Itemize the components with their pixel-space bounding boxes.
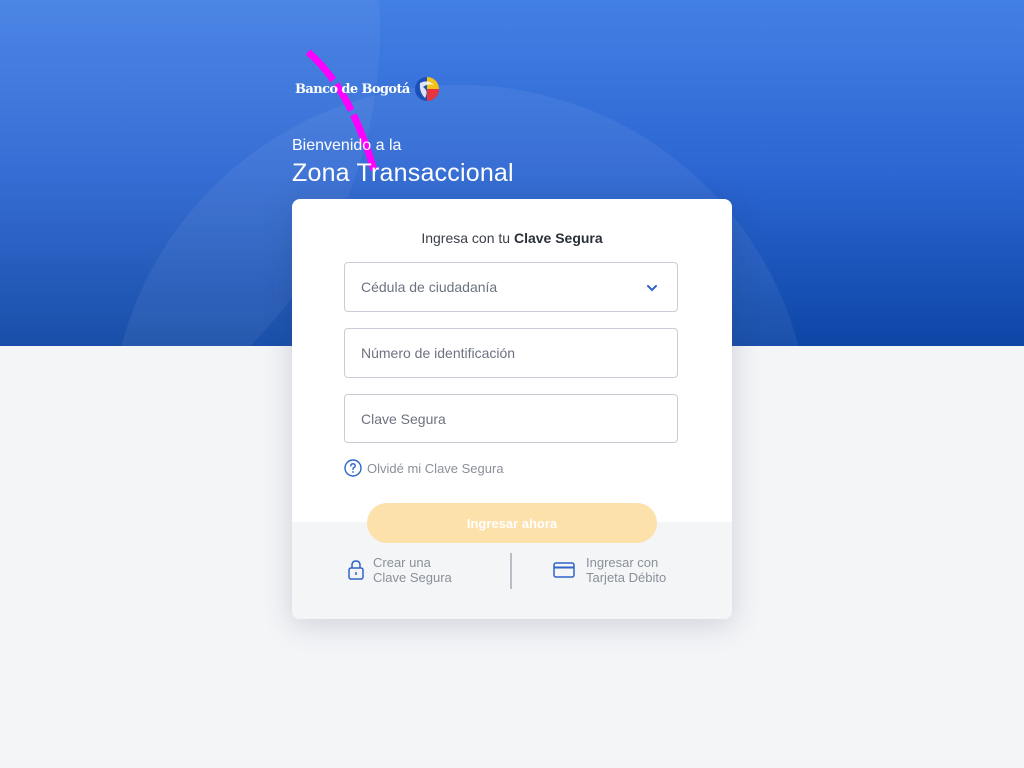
login-card: Ingresa con tu Clave Segura Cédula de ci… bbox=[292, 199, 732, 619]
brand-name: Banco de Bogotá bbox=[295, 81, 410, 97]
page-title: Zona Transaccional bbox=[292, 159, 514, 187]
password-placeholder: Clave Segura bbox=[361, 410, 446, 427]
card-title-prefix: Ingresa con tu bbox=[421, 230, 514, 246]
forgot-password-link[interactable]: Olvidé mi Clave Segura bbox=[344, 459, 504, 477]
lock-icon bbox=[348, 560, 364, 580]
document-type-select[interactable]: Cédula de ciudadanía bbox=[344, 262, 678, 312]
card-title-emphasis: Clave Segura bbox=[513, 230, 603, 246]
debit-card-line1: Ingresar con bbox=[586, 555, 659, 570]
id-number-input[interactable]: Número de identificación bbox=[344, 328, 678, 378]
id-number-placeholder: Número de identificación bbox=[361, 345, 516, 361]
help-circle-icon bbox=[344, 459, 362, 477]
submit-button[interactable]: Ingresar ahora bbox=[367, 503, 657, 543]
password-input[interactable]: Clave Segura bbox=[344, 394, 678, 443]
create-password-line1: Crear una bbox=[373, 555, 431, 570]
chevron-down-icon bbox=[647, 285, 657, 292]
card-title: Ingresa con tu Clave Segura bbox=[292, 230, 732, 246]
create-password-option[interactable]: Crear una Clave Segura bbox=[347, 555, 452, 585]
brand-logo[interactable]: Banco de Bogotá bbox=[295, 74, 442, 104]
footer-divider bbox=[510, 553, 512, 589]
debit-card-line2: Tarjeta Débito bbox=[586, 570, 667, 585]
create-password-line2: Clave Segura bbox=[373, 570, 452, 585]
debit-card-option[interactable]: Ingresar con Tarjeta Débito bbox=[553, 555, 666, 585]
forgot-password-label: Olvidé mi Clave Segura bbox=[367, 460, 504, 476]
document-type-value: Cédula de ciudadanía bbox=[361, 279, 498, 295]
credit-card-icon bbox=[553, 562, 575, 578]
bank-logo-icon bbox=[414, 77, 439, 101]
welcome-text: Bienvenido a la bbox=[292, 137, 402, 154]
